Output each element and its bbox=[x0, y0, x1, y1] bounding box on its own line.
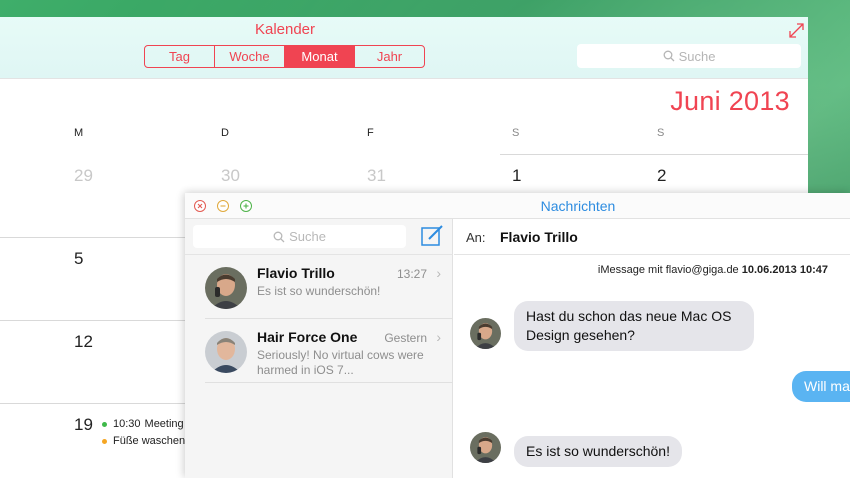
search-icon bbox=[663, 50, 675, 62]
conversation-pane: An: Flavio Trillo iMessage mit flavio@gi… bbox=[454, 219, 850, 478]
event-dot bbox=[102, 421, 107, 427]
recipient-label: An: bbox=[466, 230, 486, 245]
calendar-day[interactable]: 1 bbox=[512, 166, 521, 186]
conversation-item[interactable]: Flavio Trillo 13:27 › Es ist so wundersc… bbox=[185, 255, 453, 319]
close-button[interactable] bbox=[194, 200, 206, 212]
recipient-name[interactable]: Flavio Trillo bbox=[500, 229, 578, 245]
calendar-day[interactable]: 29 bbox=[74, 166, 93, 186]
event-time: 10:30 bbox=[113, 418, 141, 430]
zoom-button[interactable] bbox=[240, 200, 252, 212]
conversation-preview: Es ist so wunderschön! bbox=[257, 284, 381, 298]
weekend-divider bbox=[500, 154, 808, 155]
calendar-day[interactable]: 12 bbox=[74, 332, 93, 352]
messages-search-placeholder: Suche bbox=[289, 229, 326, 244]
segment-day[interactable]: Tag bbox=[145, 46, 215, 67]
conversation-divider bbox=[205, 382, 453, 383]
calendar-toolbar: Kalender Tag Woche Monat Jahr Suche bbox=[0, 17, 808, 79]
day-header-sat: S bbox=[512, 127, 520, 139]
conversation-item[interactable]: Hair Force One Gestern › Seriously! No v… bbox=[185, 319, 453, 383]
calendar-search-input[interactable]: Suche bbox=[577, 44, 801, 68]
avatar bbox=[470, 318, 501, 349]
event-dot bbox=[102, 438, 107, 444]
conversation-name: Hair Force One bbox=[257, 329, 358, 345]
conversation-preview: Seriously! No virtual cows were harmed i… bbox=[257, 348, 424, 377]
conversation-name: Flavio Trillo bbox=[257, 265, 335, 281]
close-icon bbox=[197, 203, 203, 209]
avatar bbox=[205, 331, 247, 373]
calendar-day[interactable]: 30 bbox=[221, 166, 240, 186]
avatar bbox=[205, 267, 247, 309]
event-title: Meeting bbox=[144, 418, 184, 430]
calendar-title: Kalender bbox=[254, 21, 316, 38]
calendar-day[interactable]: 5 bbox=[74, 249, 83, 269]
week-divider bbox=[0, 403, 185, 404]
event-title: Füße waschen bbox=[113, 435, 186, 447]
conversation-time: Gestern bbox=[384, 331, 427, 345]
month-label: Juni 2013 bbox=[670, 86, 790, 116]
conversation-info: iMessage mit flavio@giga.de 10.06.2013 1… bbox=[598, 264, 828, 276]
conversation-time: 13:27 bbox=[396, 267, 427, 281]
chevron-right-icon: › bbox=[436, 329, 441, 345]
view-segmented-control: Tag Woche Monat Jahr bbox=[144, 45, 425, 68]
compose-icon[interactable] bbox=[420, 224, 444, 248]
segment-month[interactable]: Monat bbox=[285, 46, 355, 67]
week-divider bbox=[0, 237, 185, 238]
messages-titlebar: Nachrichten bbox=[185, 193, 850, 219]
messages-title: Nachrichten bbox=[540, 198, 616, 214]
calendar-day[interactable]: 2 bbox=[657, 166, 666, 186]
info-prefix: iMessage mit flavio@giga.de bbox=[597, 264, 739, 276]
week-divider bbox=[0, 320, 185, 321]
avatar bbox=[470, 432, 501, 463]
messages-search-input[interactable]: Suche bbox=[193, 225, 406, 248]
conversation-sidebar: Suche Flavio Trillo 13:27 › Es ist so wu… bbox=[185, 219, 453, 478]
calendar-day[interactable]: 19 bbox=[74, 415, 93, 435]
day-header-wed: D bbox=[221, 127, 229, 139]
zoom-icon bbox=[243, 203, 249, 209]
segment-week[interactable]: Woche bbox=[215, 46, 285, 67]
calendar-event[interactable]: Füße waschen bbox=[102, 435, 185, 447]
message-bubble-outgoing[interactable]: Will ma bbox=[792, 371, 850, 402]
info-datetime: 10.06.2013 10:47 bbox=[741, 264, 828, 276]
chevron-right-icon: › bbox=[436, 265, 441, 281]
day-header-sun: S bbox=[657, 127, 665, 139]
recipient-bar: An: Flavio Trillo bbox=[454, 219, 850, 255]
message-bubble-incoming[interactable]: Es ist so wunderschön! bbox=[514, 436, 682, 467]
calendar-search-placeholder: Suche bbox=[678, 48, 716, 64]
segment-year[interactable]: Jahr bbox=[355, 46, 424, 67]
minimize-icon bbox=[220, 205, 226, 207]
day-header-fri: F bbox=[367, 127, 374, 139]
calendar-day[interactable]: 31 bbox=[367, 166, 386, 186]
fullscreen-icon[interactable] bbox=[788, 22, 805, 39]
calendar-event[interactable]: 10:30 Meeting bbox=[102, 418, 184, 430]
minimize-button[interactable] bbox=[217, 200, 229, 212]
day-header-mon: M bbox=[74, 127, 84, 139]
message-bubble-incoming[interactable]: Hast du schon das neue Mac OS Design ges… bbox=[514, 301, 754, 351]
search-icon bbox=[273, 231, 285, 242]
messages-window: Nachrichten Suche Flavio Trillo 13:27 › … bbox=[185, 193, 850, 478]
